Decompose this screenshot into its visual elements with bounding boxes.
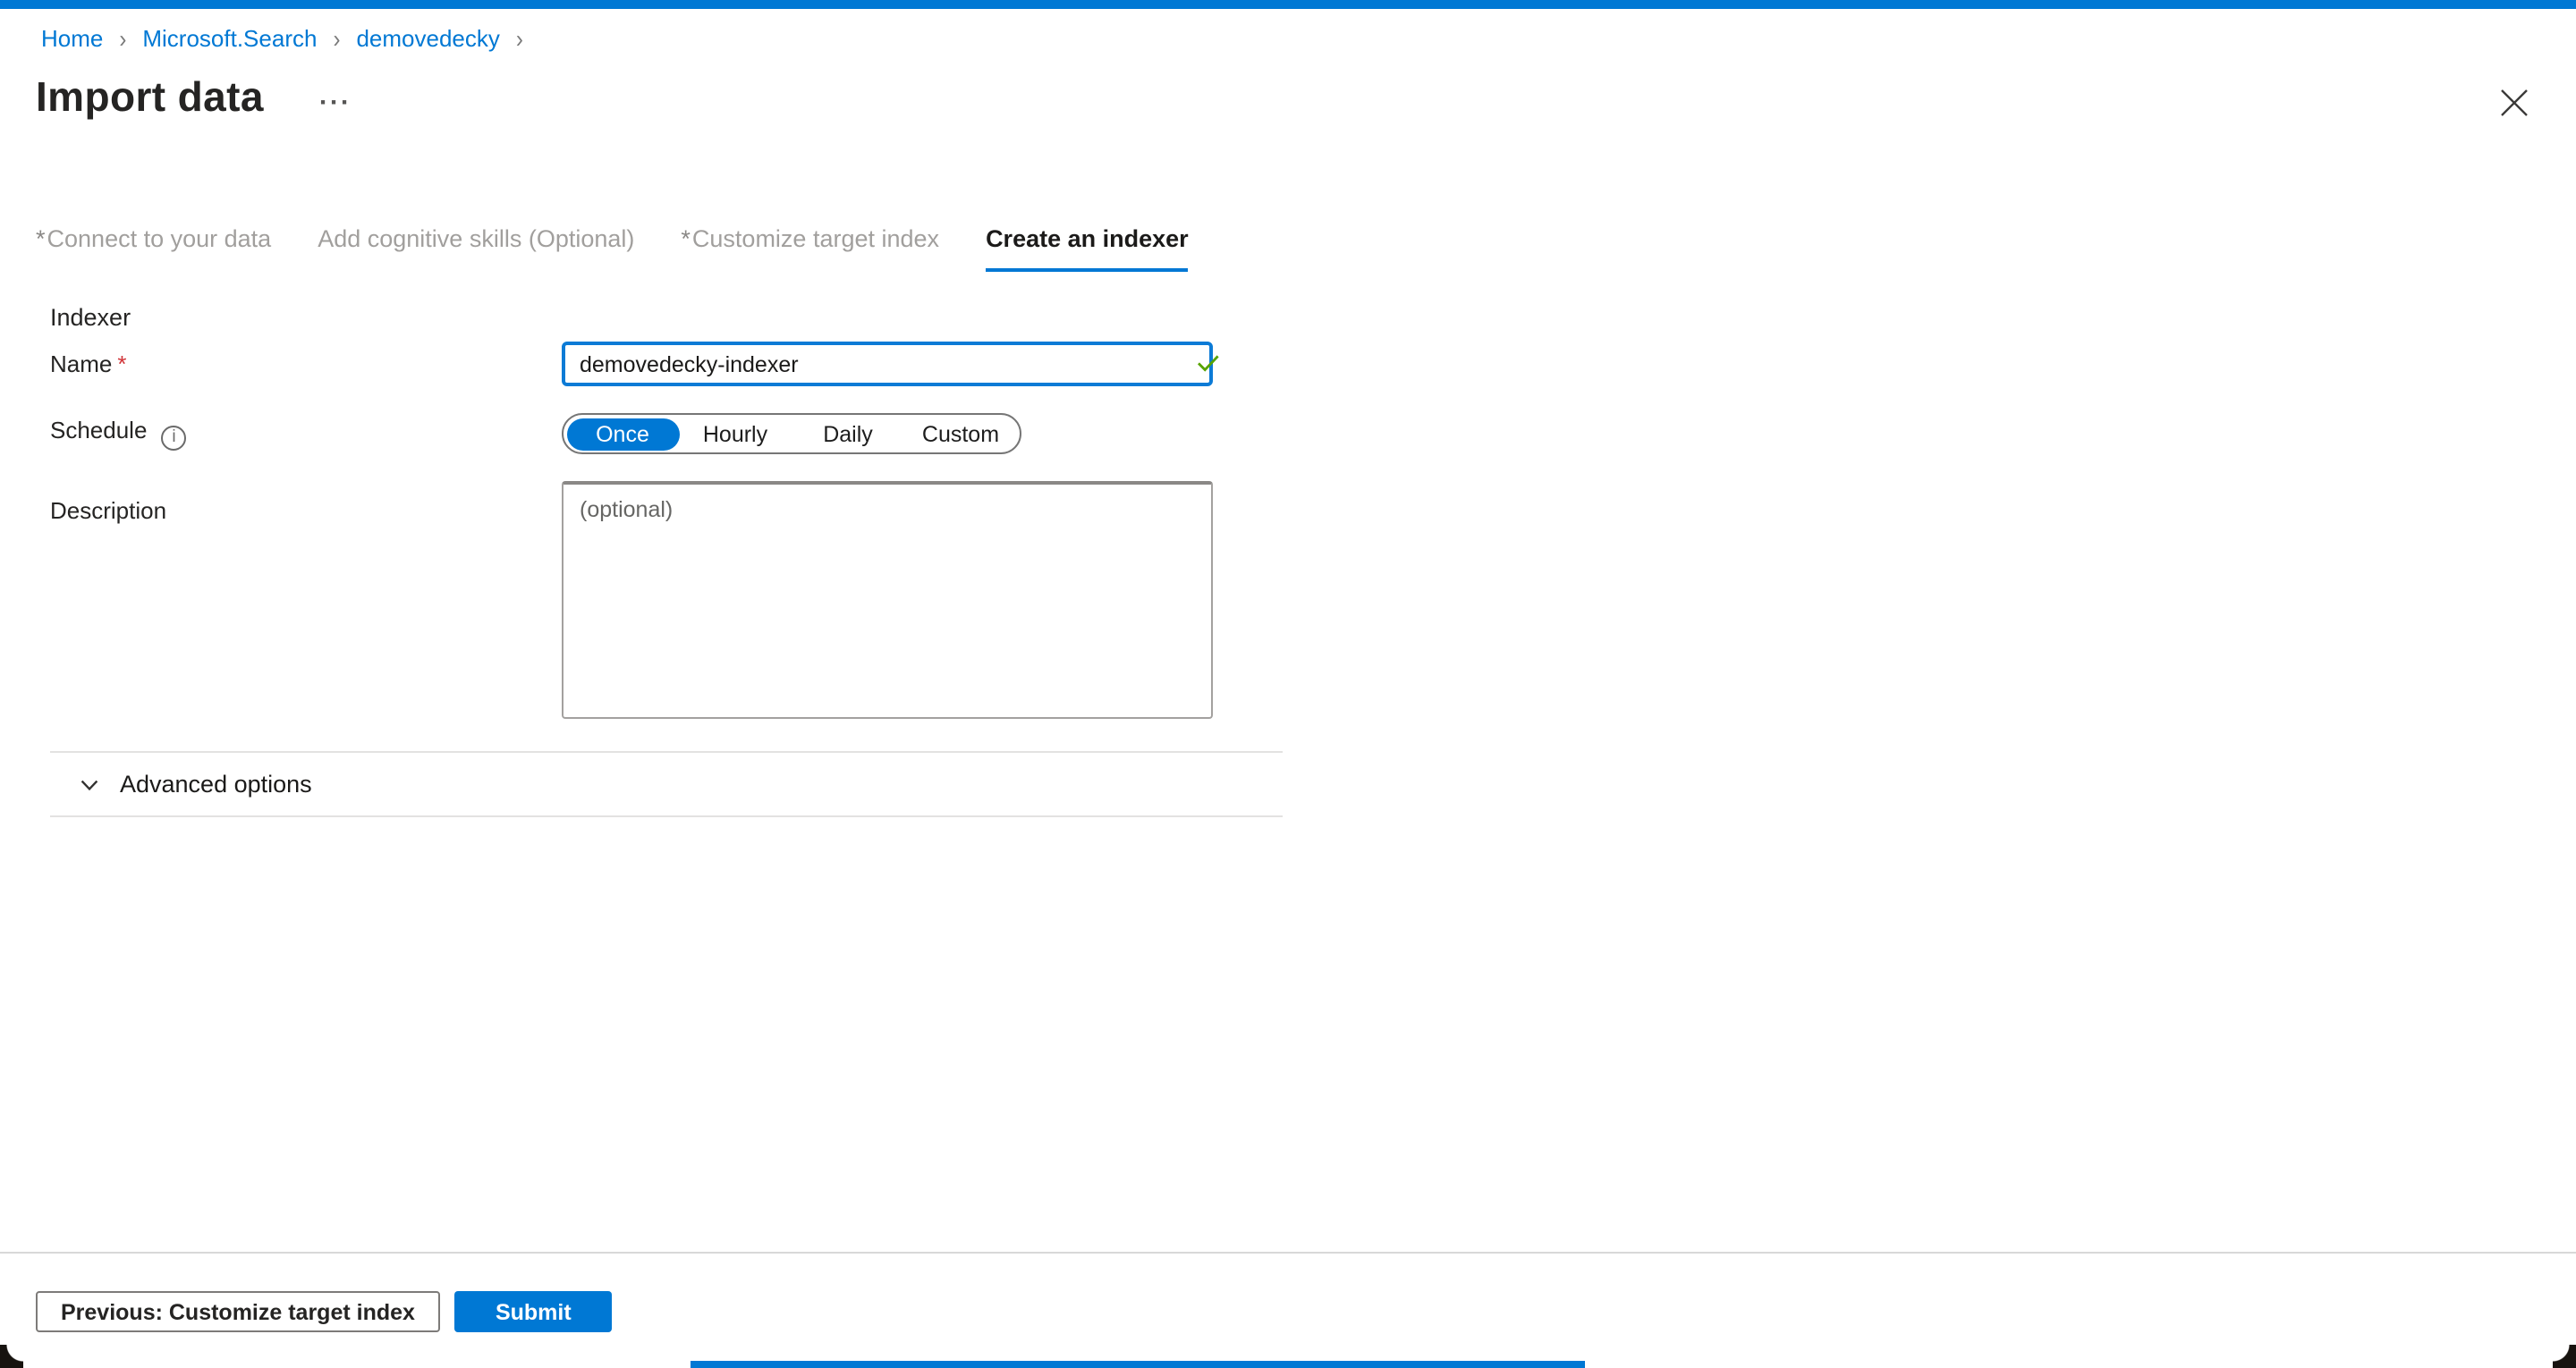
tab-label: Create an indexer	[986, 225, 1189, 252]
description-textarea[interactable]	[562, 481, 1213, 719]
info-icon[interactable]: i	[161, 426, 186, 451]
required-marker: *	[681, 225, 691, 252]
indexer-form: Indexer Name* Schedulei Once Hourly Dail…	[50, 306, 1288, 817]
required-marker: *	[117, 350, 126, 377]
breadcrumb-demovedecky-link[interactable]: demovedecky	[356, 25, 499, 52]
tab-label: Customize target index	[692, 225, 939, 252]
footer-divider	[0, 1252, 2576, 1254]
schedule-option-hourly[interactable]: Hourly	[679, 418, 792, 450]
breadcrumb-separator-icon: ›	[333, 24, 340, 53]
name-field-wrap	[562, 342, 1238, 386]
footer-buttons: Previous: Customize target index Submit	[36, 1291, 613, 1332]
import-data-page: Home › Microsoft.Search › demovedecky › …	[0, 0, 2576, 1368]
description-label: Description	[50, 481, 562, 524]
close-button[interactable]	[2497, 86, 2529, 118]
name-label: Name*	[50, 350, 562, 377]
advanced-options-label: Advanced options	[120, 771, 312, 798]
top-accent-bar	[0, 0, 2576, 9]
breadcrumb-separator-icon: ›	[516, 24, 523, 53]
schedule-label: Schedulei	[50, 418, 562, 451]
chevron-down-icon	[79, 773, 100, 795]
more-options-icon[interactable]: ···	[319, 88, 352, 118]
section-label-indexer: Indexer	[50, 306, 1288, 331]
indexer-name-input[interactable]	[562, 342, 1213, 386]
form-grid: Name* Schedulei Once Hourly Daily Custom…	[50, 342, 1288, 719]
wizard-tabs: *Connect to your data Add cognitive skil…	[36, 225, 1189, 272]
tab-label: Connect to your data	[47, 225, 272, 252]
tab-customize-target-index[interactable]: *Customize target index	[681, 225, 939, 272]
tab-label: Add cognitive skills (Optional)	[318, 225, 634, 252]
valid-check-icon	[1197, 354, 1220, 374]
breadcrumb-home-link[interactable]: Home	[41, 25, 103, 52]
page-header: Import data ···	[36, 73, 352, 122]
bottom-accent-strip	[691, 1361, 1585, 1368]
schedule-option-daily[interactable]: Daily	[792, 418, 904, 450]
schedule-option-custom[interactable]: Custom	[904, 418, 1017, 450]
schedule-option-once[interactable]: Once	[566, 418, 679, 450]
tab-connect-to-your-data[interactable]: *Connect to your data	[36, 225, 271, 272]
breadcrumb-separator-icon: ›	[119, 24, 126, 53]
breadcrumb: Home › Microsoft.Search › demovedecky ›	[41, 25, 539, 52]
screen-corner-bottom-right	[2553, 1345, 2576, 1368]
schedule-segmented-control: Once Hourly Daily Custom	[562, 413, 1021, 454]
previous-button[interactable]: Previous: Customize target index	[36, 1291, 440, 1332]
tab-add-cognitive-skills[interactable]: Add cognitive skills (Optional)	[318, 225, 634, 272]
close-icon	[2498, 87, 2529, 117]
screen-corner-bottom-left	[0, 1345, 23, 1368]
submit-button[interactable]: Submit	[454, 1291, 613, 1332]
page-title: Import data	[36, 73, 264, 122]
tab-create-an-indexer[interactable]: Create an indexer	[986, 225, 1189, 272]
breadcrumb-search-service-link[interactable]: Microsoft.Search	[142, 25, 317, 52]
required-marker: *	[36, 225, 46, 252]
advanced-options-toggle[interactable]: Advanced options	[50, 751, 1283, 817]
